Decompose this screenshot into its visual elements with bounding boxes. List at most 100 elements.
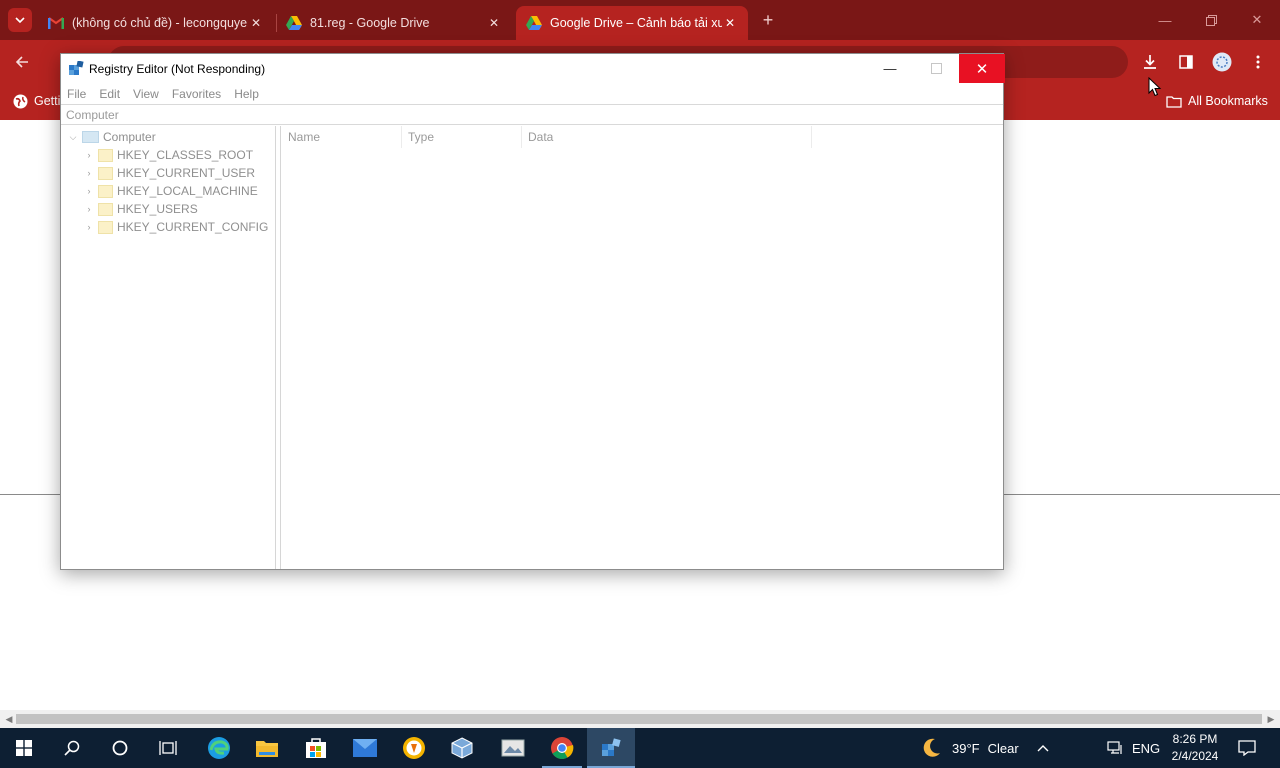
cortana-button[interactable] xyxy=(96,728,144,768)
clock[interactable]: 8:26 PM 2/4/2024 xyxy=(1166,731,1224,765)
mail-app[interactable] xyxy=(341,728,389,768)
image-viewer-icon xyxy=(501,739,525,757)
bookmark-getting-started[interactable]: Getting Started xyxy=(12,93,62,109)
tab-search-button[interactable] xyxy=(8,8,32,32)
side-panel-button[interactable] xyxy=(1174,50,1198,74)
registry-editor-icon xyxy=(69,61,84,75)
tree-label: HKEY_CURRENT_USER xyxy=(117,166,256,180)
close-browser-button[interactable]: ✕ xyxy=(1234,0,1280,40)
network-button[interactable] xyxy=(1106,728,1124,768)
chevron-right-icon[interactable]: › xyxy=(82,186,96,196)
tree-label: HKEY_USERS xyxy=(117,202,198,216)
tab-drive-warning[interactable]: Google Drive – Cảnh báo tải xuống ✕ xyxy=(516,6,748,40)
show-hidden-icons-button[interactable] xyxy=(1034,728,1052,768)
search-icon xyxy=(64,740,80,756)
all-bookmarks-button[interactable]: All Bookmarks xyxy=(1166,93,1268,109)
registry-address-bar[interactable]: Computer xyxy=(61,104,1003,125)
task-view-icon xyxy=(159,741,177,755)
registry-editor-icon xyxy=(602,738,621,756)
network-icon xyxy=(1107,741,1122,754)
new-tab-button[interactable]: + xyxy=(758,8,778,32)
scroll-right-icon[interactable]: ▶ xyxy=(1265,713,1277,725)
tree-item-computer[interactable]: ⌵ Computer xyxy=(66,128,156,146)
tree-item-hkcu[interactable]: › HKEY_CURRENT_USER xyxy=(82,164,256,182)
menu-view[interactable]: View xyxy=(133,87,159,101)
edge-app[interactable] xyxy=(195,728,243,768)
tree-item-hkcc[interactable]: › HKEY_CURRENT_CONFIG xyxy=(82,218,269,236)
close-button[interactable]: ✕ xyxy=(959,54,1005,83)
microsoft-store-app[interactable] xyxy=(292,728,340,768)
window-titlebar[interactable]: Registry Editor (Not Responding) — ✕ xyxy=(61,54,1005,84)
folder-icon xyxy=(256,741,278,757)
scroll-left-icon[interactable]: ◀ xyxy=(3,713,15,725)
computer-icon xyxy=(82,131,99,143)
avatar-icon xyxy=(1212,52,1232,72)
minimize-button[interactable]: — xyxy=(867,54,913,83)
language-indicator[interactable]: ENG xyxy=(1132,728,1160,768)
cortana-circle-icon xyxy=(112,740,128,756)
search-button[interactable] xyxy=(48,728,96,768)
weather-widget[interactable]: 39°F Clear xyxy=(920,728,1019,768)
menu-help[interactable]: Help xyxy=(234,87,259,101)
minimize-browser-button[interactable]: — xyxy=(1142,0,1188,40)
chrome-app[interactable] xyxy=(538,728,586,768)
folder-icon xyxy=(98,220,113,234)
moon-icon xyxy=(923,738,940,757)
pane-splitter[interactable] xyxy=(276,126,281,569)
restore-browser-button[interactable] xyxy=(1188,0,1234,40)
tab-gmail[interactable]: (không có chủ đề) - lecongquyen ✕ xyxy=(38,6,274,40)
menu-edit[interactable]: Edit xyxy=(99,87,120,101)
scrollbar-thumb[interactable] xyxy=(16,714,1262,724)
window-title: Registry Editor (Not Responding) xyxy=(89,62,266,76)
close-tab-icon[interactable]: ✕ xyxy=(486,16,502,30)
start-button[interactable] xyxy=(0,728,48,768)
chevron-right-icon[interactable]: › xyxy=(82,168,96,178)
chevron-right-icon[interactable]: › xyxy=(82,204,96,214)
back-button[interactable] xyxy=(10,50,34,74)
registry-editor-app[interactable] xyxy=(587,728,635,768)
chevron-right-icon[interactable]: › xyxy=(82,150,96,160)
maximize-button[interactable] xyxy=(913,54,959,83)
all-bookmarks-label: All Bookmarks xyxy=(1188,94,1268,108)
chrome-menu-button[interactable] xyxy=(1246,50,1270,74)
menu-bar: File Edit View Favorites Help xyxy=(61,84,1003,104)
notifications-button[interactable] xyxy=(1236,728,1258,768)
horizontal-scrollbar[interactable]: ◀ ▶ xyxy=(0,710,1280,728)
close-tab-icon[interactable]: ✕ xyxy=(722,16,738,30)
google-drive-icon xyxy=(286,15,302,31)
shield-app-icon xyxy=(403,737,425,759)
chevron-down-icon xyxy=(15,17,25,24)
registry-tree: ⌵ Computer › HKEY_CLASSES_ROOT › HKEY_CU… xyxy=(61,126,276,569)
column-type[interactable]: Type xyxy=(402,126,522,148)
mail-icon xyxy=(353,739,377,757)
weather-temp: 39°F xyxy=(952,740,980,756)
tree-label: HKEY_CLASSES_ROOT xyxy=(117,148,254,162)
tree-item-hku[interactable]: › HKEY_USERS xyxy=(82,200,198,218)
photos-app[interactable] xyxy=(489,728,537,768)
cube-icon xyxy=(451,737,473,759)
folder-icon xyxy=(98,202,113,216)
vpn-app[interactable] xyxy=(390,728,438,768)
column-data[interactable]: Data xyxy=(522,126,812,148)
chevron-down-icon[interactable]: ⌵ xyxy=(66,132,80,143)
profile-button[interactable] xyxy=(1210,50,1234,74)
tab-81reg-drive[interactable]: 81.reg - Google Drive ✕ xyxy=(276,6,512,40)
chevron-right-icon[interactable]: › xyxy=(82,222,96,232)
windows-logo-icon xyxy=(16,740,32,756)
tree-item-hklm[interactable]: › HKEY_LOCAL_MACHINE xyxy=(82,182,258,200)
close-tab-icon[interactable]: ✕ xyxy=(248,16,264,30)
column-name[interactable]: Name xyxy=(282,126,402,148)
tree-item-hkcr[interactable]: › HKEY_CLASSES_ROOT xyxy=(82,146,254,164)
values-list: Name Type Data xyxy=(282,126,1003,569)
tree-label: HKEY_CURRENT_CONFIG xyxy=(117,220,269,234)
clock-time: 8:26 PM xyxy=(1172,732,1218,746)
tree-label: Computer xyxy=(103,130,156,144)
menu-favorites[interactable]: Favorites xyxy=(172,87,221,101)
store-icon xyxy=(306,738,326,758)
menu-file[interactable]: File xyxy=(67,87,86,101)
task-view-button[interactable] xyxy=(144,728,192,768)
file-explorer-app[interactable] xyxy=(243,728,291,768)
virtualbox-app[interactable] xyxy=(438,728,486,768)
downloads-button[interactable] xyxy=(1138,50,1162,74)
edge-icon xyxy=(208,737,230,759)
